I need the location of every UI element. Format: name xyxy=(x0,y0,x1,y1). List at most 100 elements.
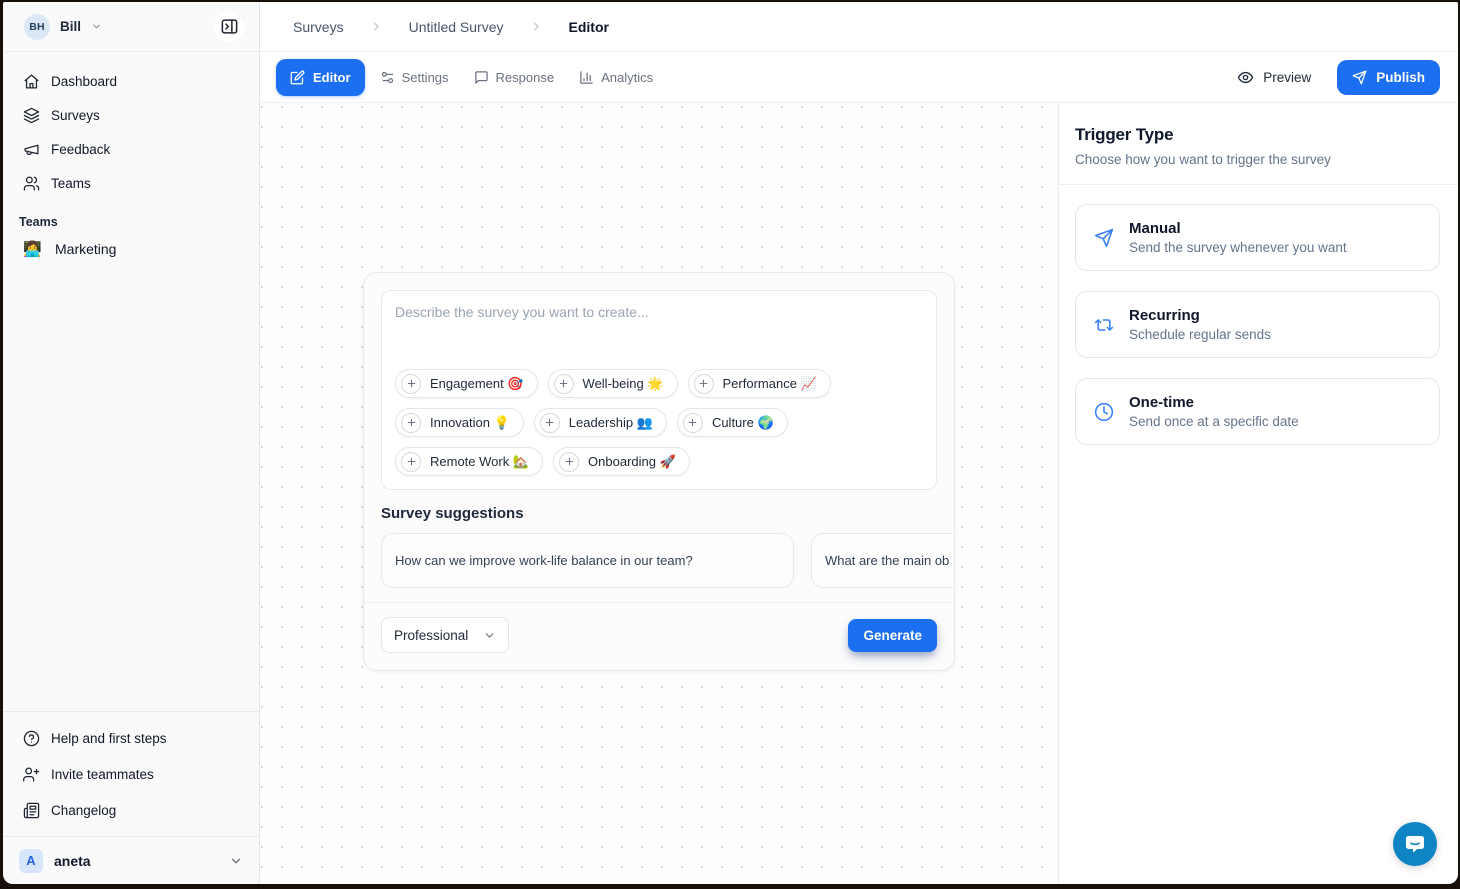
chevron-down-icon xyxy=(229,854,243,868)
toolbar-actions: Preview Publish xyxy=(1237,60,1440,95)
tab-label: Analytics xyxy=(601,70,653,85)
chevron-down-icon xyxy=(91,21,102,32)
plus-icon xyxy=(694,374,714,394)
tone-select[interactable]: Professional xyxy=(381,617,509,653)
repeat-icon xyxy=(1094,315,1114,335)
trigger-option-text: Recurring Schedule regular sends xyxy=(1129,307,1271,342)
workspace-avatar: BH xyxy=(24,14,50,40)
chip-label: Engagement 🎯 xyxy=(430,376,524,392)
panel-title: Trigger Type xyxy=(1075,125,1442,145)
suggestion-card[interactable]: How can we improve work-life balance in … xyxy=(381,533,794,588)
topic-chip-remote-work[interactable]: Remote Work 🏡 xyxy=(395,447,543,476)
chip-label: Remote Work 🏡 xyxy=(430,454,529,470)
sidebar-team-marketing[interactable]: 👩‍💻 Marketing xyxy=(3,231,259,267)
topic-chips: Engagement 🎯 Well-being 🌟 Performance 📈 xyxy=(395,369,923,476)
plus-icon xyxy=(401,374,421,394)
sidebar-item-teams[interactable]: Teams xyxy=(3,166,259,200)
sliders-icon xyxy=(380,70,395,85)
tab-editor[interactable]: Editor xyxy=(276,59,365,96)
sidebar-item-help[interactable]: Help and first steps xyxy=(3,720,259,756)
preview-label: Preview xyxy=(1263,70,1311,85)
chip-label: Performance 📈 xyxy=(723,376,817,392)
sidebar-item-invite[interactable]: Invite teammates xyxy=(3,756,259,792)
composer-footer: Professional Generate xyxy=(381,603,937,653)
app-window: BH Bill Dashboard Surv xyxy=(3,2,1458,884)
breadcrumb-untitled-survey[interactable]: Untitled Survey xyxy=(409,19,504,35)
content-area: Describe the survey you want to create..… xyxy=(260,103,1458,884)
topic-chip-performance[interactable]: Performance 📈 xyxy=(688,369,831,398)
survey-prompt-input[interactable]: Describe the survey you want to create..… xyxy=(381,290,937,490)
chat-launcher-button[interactable] xyxy=(1393,822,1437,866)
publish-label: Publish xyxy=(1376,70,1425,85)
chip-label: Innovation 💡 xyxy=(430,415,510,431)
trigger-option-text: Manual Send the survey whenever you want xyxy=(1129,220,1347,255)
topic-chip-engagement[interactable]: Engagement 🎯 xyxy=(395,369,538,398)
sidebar-item-changelog[interactable]: Changelog xyxy=(3,792,259,828)
chip-label: Leadership 👥 xyxy=(569,415,653,431)
account-name: aneta xyxy=(54,853,91,869)
tone-select-value: Professional xyxy=(394,628,468,643)
topic-chip-leadership[interactable]: Leadership 👥 xyxy=(534,408,667,437)
plus-icon xyxy=(540,413,560,433)
trigger-option-one-time[interactable]: One-time Send once at a specific date xyxy=(1075,378,1440,445)
topic-chip-well-being[interactable]: Well-being 🌟 xyxy=(548,369,678,398)
team-name: Marketing xyxy=(55,241,116,257)
chat-bubble-icon xyxy=(1403,832,1427,856)
home-icon xyxy=(23,73,40,90)
sidebar-spacer xyxy=(3,267,259,711)
newspaper-icon xyxy=(23,802,40,819)
sidebar-item-dashboard[interactable]: Dashboard xyxy=(3,64,259,98)
tab-response[interactable]: Response xyxy=(464,59,565,96)
workspace-switcher[interactable]: BH Bill xyxy=(3,2,259,52)
trigger-option-title: Recurring xyxy=(1129,307,1271,324)
trigger-option-description: Send once at a specific date xyxy=(1129,414,1299,429)
topic-chip-onboarding[interactable]: Onboarding 🚀 xyxy=(553,447,690,476)
sidebar-item-label: Feedback xyxy=(51,142,110,157)
plus-icon xyxy=(683,413,703,433)
tab-label: Editor xyxy=(313,70,351,85)
chip-label: Onboarding 🚀 xyxy=(588,454,676,470)
trigger-option-manual[interactable]: Manual Send the survey whenever you want xyxy=(1075,204,1440,271)
panel-subtitle: Choose how you want to trigger the surve… xyxy=(1075,152,1442,167)
plus-icon xyxy=(559,452,579,472)
tab-analytics[interactable]: Analytics xyxy=(569,59,663,96)
sidebar-item-label: Surveys xyxy=(51,108,100,123)
topic-chip-innovation[interactable]: Innovation 💡 xyxy=(395,408,524,437)
clock-icon xyxy=(1094,402,1114,422)
chevron-right-icon xyxy=(370,20,383,33)
trigger-option-description: Schedule regular sends xyxy=(1129,327,1271,342)
user-plus-icon xyxy=(23,766,40,783)
account-avatar: A xyxy=(19,849,43,873)
topic-chip-culture[interactable]: Culture 🌍 xyxy=(677,408,788,437)
trigger-option-title: Manual xyxy=(1129,220,1347,237)
sidebar-collapse-button[interactable] xyxy=(214,12,244,42)
survey-canvas[interactable]: Describe the survey you want to create..… xyxy=(260,103,1058,884)
trigger-options: Manual Send the survey whenever you want… xyxy=(1059,185,1458,445)
chevron-down-icon xyxy=(483,629,496,642)
generate-button[interactable]: Generate xyxy=(848,619,937,652)
trigger-option-text: One-time Send once at a specific date xyxy=(1129,394,1299,429)
panel-right-toggle-icon xyxy=(220,17,239,36)
sidebar-item-label: Dashboard xyxy=(51,74,117,89)
sidebar-item-label: Changelog xyxy=(51,803,116,818)
tab-settings[interactable]: Settings xyxy=(370,59,459,96)
sidebar-item-label: Teams xyxy=(51,176,91,191)
bar-chart-icon xyxy=(579,70,594,85)
plus-icon xyxy=(554,374,574,394)
team-emoji: 👩‍💻 xyxy=(23,240,40,258)
plus-icon xyxy=(401,413,421,433)
account-menu[interactable]: A aneta xyxy=(3,837,259,884)
breadcrumb: Surveys Untitled Survey Editor xyxy=(260,2,1458,52)
sidebar-item-surveys[interactable]: Surveys xyxy=(3,98,259,132)
trigger-option-recurring[interactable]: Recurring Schedule regular sends xyxy=(1075,291,1440,358)
sidebar-nav: Dashboard Surveys Feedback Teams xyxy=(3,52,259,267)
publish-button[interactable]: Publish xyxy=(1337,60,1440,95)
sidebar-item-feedback[interactable]: Feedback xyxy=(3,132,259,166)
suggestion-card[interactable]: What are the main ob xyxy=(811,533,955,588)
breadcrumb-surveys[interactable]: Surveys xyxy=(293,19,344,35)
preview-button[interactable]: Preview xyxy=(1237,69,1311,86)
send-icon xyxy=(1094,228,1114,248)
trigger-option-title: One-time xyxy=(1129,394,1299,411)
editor-toolbar: Editor Settings Response Analytics xyxy=(260,52,1458,103)
layers-icon xyxy=(23,107,40,124)
